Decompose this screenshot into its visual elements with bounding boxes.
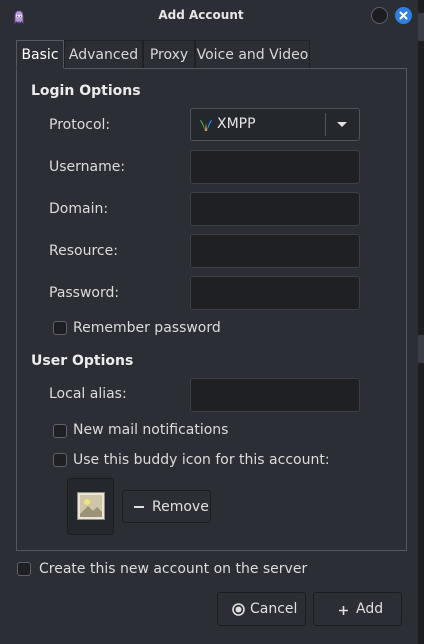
remember-password-label[interactable]: Remember password — [73, 320, 221, 336]
protocol-dropdown[interactable]: XMPP — [190, 108, 360, 141]
domain-label: Domain: — [49, 201, 109, 217]
dropdown-separator — [325, 113, 326, 136]
background-window-mark — [418, 13, 424, 41]
new-mail-notifications-checkbox[interactable] — [53, 424, 67, 438]
domain-field[interactable] — [190, 192, 360, 226]
tab-basic[interactable]: Basic — [16, 40, 64, 69]
minimize-icon[interactable] — [371, 7, 388, 24]
add-account-window: Add Account Basic Advanced Proxy Voice a… — [0, 0, 418, 644]
background-window-edge — [418, 0, 424, 644]
protocol-value: XMPP — [217, 116, 256, 132]
background-window-mark — [418, 335, 424, 363]
add-button[interactable]: Add — [313, 592, 402, 626]
close-icon[interactable] — [395, 7, 412, 24]
user-options-heading: User Options — [31, 353, 134, 369]
plus-icon — [338, 604, 349, 620]
tab-proxy[interactable]: Proxy — [143, 40, 195, 69]
local-alias-label: Local alias: — [49, 386, 127, 402]
window-title: Add Account — [158, 8, 244, 22]
create-on-server-checkbox[interactable] — [17, 562, 31, 576]
username-label: Username: — [49, 159, 126, 175]
buddy-icon-button[interactable] — [67, 478, 114, 535]
title-bar: Add Account — [0, 0, 418, 32]
xmpp-icon — [199, 117, 213, 136]
local-alias-field[interactable] — [190, 378, 360, 412]
add-button-label: Add — [356, 601, 384, 617]
password-label: Password: — [49, 285, 120, 301]
password-field[interactable] — [190, 276, 360, 310]
new-mail-notifications-label[interactable]: New mail notifications — [73, 422, 228, 438]
cancel-button[interactable]: Cancel — [217, 592, 306, 626]
image-placeholder-icon — [77, 492, 105, 520]
username-field[interactable] — [190, 150, 360, 184]
minus-icon — [134, 506, 144, 508]
create-on-server-label[interactable]: Create this new account on the server — [39, 561, 307, 577]
remove-button-label: Remove — [152, 499, 209, 515]
buddy-icon-label[interactable]: Use this buddy icon for this account: — [73, 452, 330, 468]
tab-advanced[interactable]: Advanced — [64, 40, 143, 69]
cancel-button-label: Cancel — [250, 601, 298, 617]
resource-label: Resource: — [49, 243, 118, 259]
remove-button[interactable]: Remove — [122, 490, 211, 523]
chevron-down-icon[interactable] — [337, 122, 347, 127]
buddy-icon-checkbox[interactable] — [53, 453, 67, 467]
tab-voice-and-video[interactable]: Voice and Video — [195, 40, 310, 69]
resource-field[interactable] — [190, 234, 360, 268]
protocol-label: Protocol: — [49, 117, 111, 133]
cancel-icon — [232, 603, 245, 620]
remember-password-checkbox[interactable] — [53, 321, 67, 335]
login-options-heading: Login Options — [31, 83, 141, 99]
